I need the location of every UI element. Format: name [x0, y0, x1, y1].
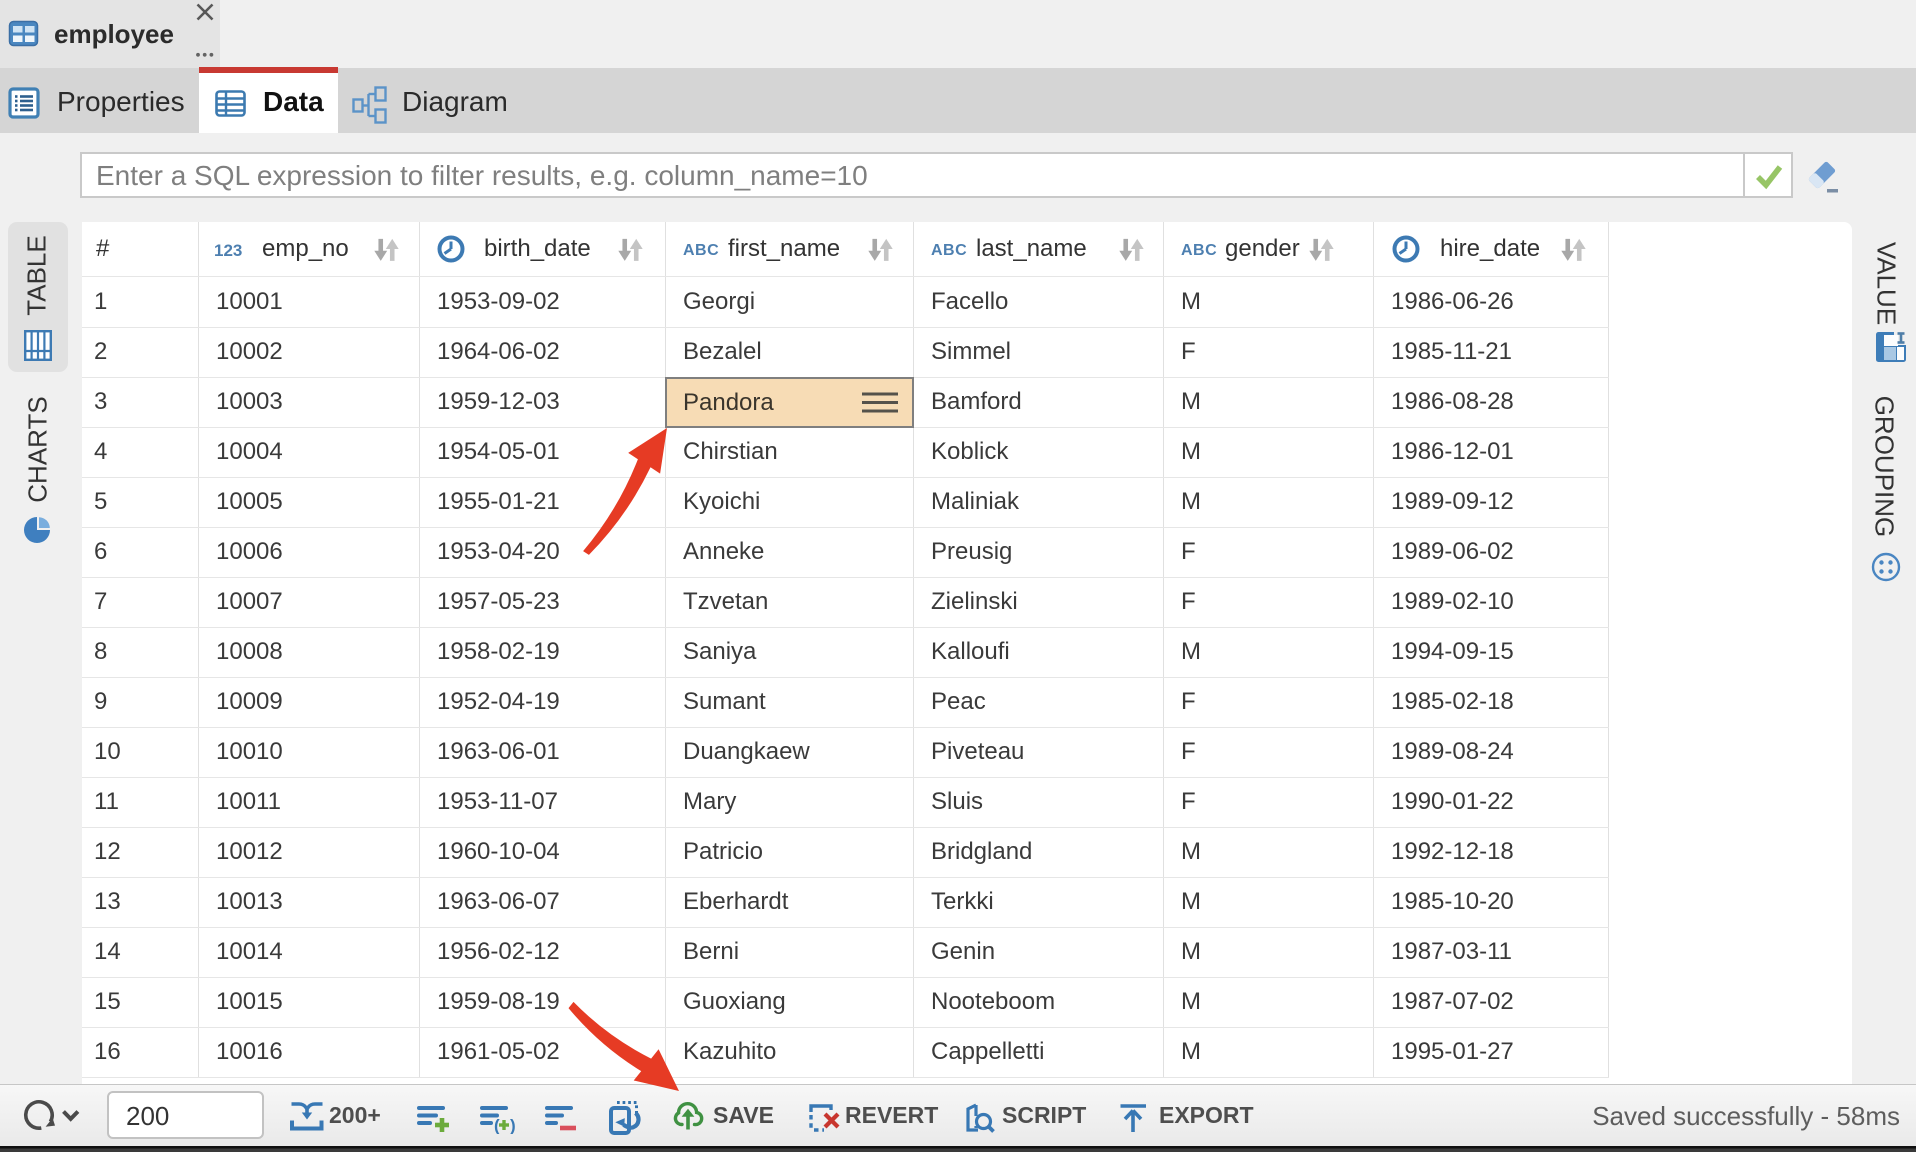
svg-text:): )	[510, 1116, 516, 1134]
